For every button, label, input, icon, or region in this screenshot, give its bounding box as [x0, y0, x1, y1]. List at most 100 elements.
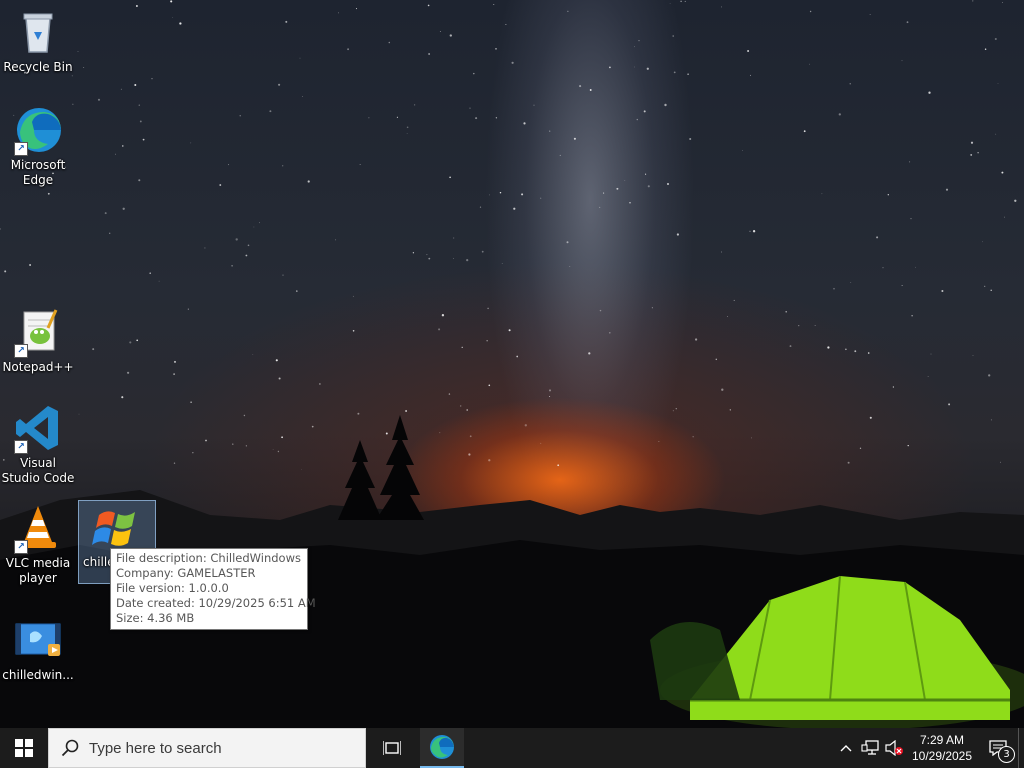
- wallpaper-star: [170, 0, 173, 3]
- wallpaper-star: [1001, 171, 1004, 174]
- wallpaper-stars: [0, 0, 1017, 470]
- wallpaper-star: [278, 83, 281, 86]
- task-view-button[interactable]: [368, 728, 416, 768]
- desktop-icon-recycle-bin[interactable]: Recycle Bin: [0, 6, 76, 75]
- wallpaper-star: [269, 110, 272, 113]
- desktop-icon-vlc-media-player[interactable]: ↗ VLC media player: [0, 502, 76, 586]
- wallpaper-star: [479, 206, 482, 208]
- wallpaper-star: [997, 83, 999, 84]
- edge-icon: ↗: [12, 104, 64, 156]
- wallpaper-star: [319, 383, 321, 385]
- taskbar-edge-button[interactable]: [420, 728, 464, 768]
- wallpaper-star: [567, 10, 569, 12]
- shortcut-arrow-icon: ↗: [14, 142, 28, 156]
- wallpaper-star: [174, 360, 176, 363]
- wallpaper-star: [495, 48, 497, 50]
- wallpaper-star: [338, 12, 339, 14]
- taskbar: 7:29 AM 10/29/2025 3: [0, 728, 1024, 768]
- wallpaper-star: [821, 193, 823, 195]
- wallpaper-star: [439, 31, 441, 32]
- wallpaper-star: [749, 230, 751, 232]
- wallpaper-star: [406, 126, 409, 129]
- wallpaper-star: [347, 48, 350, 51]
- wallpaper-star: [995, 133, 997, 135]
- wallpaper-star: [1014, 199, 1017, 202]
- wallpaper-star: [259, 222, 260, 224]
- search-icon: [61, 739, 79, 757]
- wallpaper-star: [453, 257, 455, 259]
- wallpaper-star: [751, 437, 752, 439]
- wallpaper-star: [4, 270, 7, 273]
- wallpaper-star: [388, 41, 391, 44]
- wallpaper-star: [187, 308, 189, 310]
- wallpaper-star: [789, 345, 792, 348]
- wallpaper-star: [151, 78, 153, 80]
- wallpaper-star: [396, 116, 398, 118]
- edge-icon: [430, 735, 454, 759]
- wallpaper-star: [669, 3, 671, 4]
- wallpaper-star: [749, 74, 751, 76]
- wallpaper-star: [192, 452, 194, 454]
- wallpaper-star: [647, 185, 650, 188]
- wallpaper-star: [867, 352, 870, 354]
- vlc-icon: ↗: [12, 502, 64, 554]
- wallpaper-star: [296, 290, 298, 292]
- wallpaper-star: [205, 439, 207, 442]
- wallpaper-star: [78, 413, 80, 415]
- wallpaper-star: [876, 236, 879, 239]
- start-button[interactable]: [0, 728, 48, 768]
- wallpaper-star: [412, 252, 415, 254]
- wallpaper-star: [413, 104, 416, 106]
- wallpaper-star: [915, 266, 916, 268]
- wallpaper-star: [909, 161, 911, 163]
- wallpaper-star: [505, 23, 507, 26]
- wallpaper-star: [92, 348, 95, 351]
- shortcut-arrow-icon: ↗: [14, 540, 28, 554]
- wallpaper-star: [232, 443, 234, 445]
- action-center-button[interactable]: 3: [978, 728, 1018, 768]
- wallpaper-star: [204, 247, 206, 249]
- wallpaper-star: [285, 20, 288, 23]
- desktop-icon-visual-studio-code[interactable]: ↗ Visual Studio Code: [0, 402, 76, 486]
- wallpaper-star: [138, 179, 141, 182]
- wallpaper-star: [428, 257, 431, 260]
- wallpaper-star: [785, 310, 787, 313]
- volume-button[interactable]: [882, 728, 906, 768]
- search-input[interactable]: [87, 738, 351, 758]
- tooltip-company: Company: GAMELASTER: [116, 566, 256, 580]
- wallpaper-star: [901, 60, 903, 62]
- wallpaper-star: [495, 117, 498, 119]
- desktop-icon-chilledwindows-video[interactable]: chilledwin...: [0, 614, 76, 683]
- desktop-icon-notepad-plus-plus[interactable]: ↗ Notepad++: [0, 306, 76, 375]
- wallpaper-star: [573, 137, 576, 140]
- wallpaper-star: [460, 405, 462, 407]
- wallpaper-star: [990, 419, 992, 421]
- wallpaper-star: [869, 416, 872, 419]
- wallpaper-star: [948, 403, 951, 406]
- wallpaper-star: [499, 191, 502, 194]
- wallpaper-star: [126, 371, 130, 374]
- taskbar-clock[interactable]: 7:29 AM 10/29/2025: [906, 732, 978, 764]
- desktop-icon-microsoft-edge[interactable]: ↗ Microsoft Edge: [0, 104, 76, 188]
- wallpaper-star: [809, 63, 810, 65]
- wallpaper-star: [475, 117, 478, 120]
- wallpaper-star: [501, 263, 503, 264]
- wallpaper-star: [488, 384, 491, 387]
- wallpaper-star: [278, 377, 281, 380]
- taskbar-search-box[interactable]: [48, 728, 366, 768]
- wallpaper-star: [928, 91, 931, 94]
- tooltip-size: Size: 4.36 MB: [116, 611, 195, 625]
- show-hidden-icons-button[interactable]: [834, 728, 858, 768]
- wallpaper-star: [854, 350, 857, 353]
- wallpaper-star: [809, 10, 812, 13]
- wallpaper-star: [680, 0, 682, 3]
- wallpaper-star: [892, 386, 895, 388]
- file-info-tooltip: File description: ChilledWindows Company…: [110, 548, 316, 630]
- show-desktop-button[interactable]: [1018, 728, 1024, 768]
- network-button[interactable]: [858, 728, 882, 768]
- recycle-bin-icon: [12, 6, 64, 58]
- desktop[interactable]: Recycle Bin ↗ Microsoft Edge ↗ Notepad++…: [0, 0, 1024, 728]
- wallpaper-star: [533, 104, 535, 106]
- wallpaper-star: [77, 51, 79, 52]
- wallpaper-star: [589, 89, 592, 91]
